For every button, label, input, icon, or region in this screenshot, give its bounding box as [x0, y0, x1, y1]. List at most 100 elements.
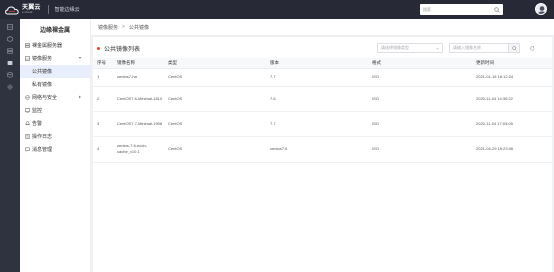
divider	[47, 5, 49, 14]
cell-format: ISO	[368, 111, 472, 137]
user-avatar[interactable]	[535, 3, 547, 15]
table-header-row: 序号 镜像名称 类型 版本 格式 更新时间	[93, 58, 552, 69]
table-row[interactable]: 2 CentOS7.6-Minimal-1810 CentOS 7.6 ISO …	[93, 86, 552, 112]
column-header-name: 镜像名称	[113, 58, 164, 69]
table-row[interactable]: 4 centos-7.6-ecdn-cache_v10.1 CentOS cen…	[93, 136, 552, 163]
cell-type: CentOS	[164, 86, 266, 112]
layers-icon	[7, 24, 13, 30]
breadcrumb-current: 公共镜像	[128, 24, 149, 31]
refresh-icon	[529, 45, 534, 50]
cell-index: 1	[93, 68, 113, 87]
sidebar-item-message-management[interactable]: 消息管理	[20, 143, 90, 156]
card-header: 公共镜像列表 请选择镜像类型 请输入镜像名称	[93, 37, 552, 57]
sidebar-item-bare-metal-servers[interactable]: 裸金属服务器	[20, 39, 90, 52]
global-search-input[interactable]: 搜索	[420, 4, 503, 15]
column-header-format: 格式	[368, 58, 472, 69]
icon-rail	[0, 19, 20, 272]
sidebar-item-label: 网络与安全	[32, 95, 58, 101]
gear-icon	[7, 84, 13, 90]
table-row[interactable]: 1 centos7-ha CentOS 7.7 ISO 2021-01-15 1…	[93, 68, 552, 87]
chevron-down-icon[interactable]	[78, 56, 82, 60]
sidebar-item-monitor[interactable]: 监控	[20, 104, 90, 117]
breadcrumb: 镜像服务 > 公共镜像	[91, 19, 554, 36]
cell-index: 3	[93, 111, 113, 137]
sidebar-item-label: 监控	[32, 108, 43, 114]
cell-version: 7.7	[266, 111, 368, 137]
storage-icon	[7, 61, 13, 65]
cell-index: 2	[93, 86, 113, 112]
column-header-type: 类型	[164, 58, 266, 69]
sidebar-item-label: 告警	[32, 121, 43, 127]
cell-format: ISO	[368, 68, 472, 87]
monitor-icon	[25, 108, 30, 113]
server-icon	[25, 43, 30, 48]
sidebar-subitem-public-images[interactable]: 公共镜像	[20, 65, 90, 78]
column-header-version: 版本	[266, 58, 368, 69]
table-row[interactable]: 3 CentOS7.7-Minimal-1908 CentOS 7.7 ISO …	[93, 111, 552, 137]
cell-format: ISO	[368, 86, 472, 112]
bell-icon	[25, 121, 30, 126]
cell-type: CentOS	[164, 136, 266, 163]
column-header-index: 序号	[93, 58, 113, 69]
sidebar-item-image-service[interactable]: 镜像服务	[20, 52, 90, 65]
breadcrumb-separator: >	[122, 24, 125, 30]
search-icon[interactable]	[494, 6, 500, 13]
cell-updated: 2021-01-15 18:12:24	[472, 68, 552, 87]
sidebar-title: 边缘裸金属	[39, 27, 70, 34]
card-title-text: 公共镜像列表	[104, 47, 141, 53]
search-placeholder: 搜索	[423, 6, 431, 12]
network-icon	[25, 95, 30, 100]
cell-type: CentOS	[164, 111, 266, 137]
column-header-updated: 更新时间	[472, 58, 552, 69]
sidebar-item-network-security[interactable]: 网络与安全	[20, 91, 90, 104]
rail-cube-item[interactable]	[0, 33, 20, 45]
brand-name-en: e Cloud	[22, 10, 33, 15]
cell-type: CentOS	[164, 68, 266, 87]
cell-updated: 2021-04-29 15:23:06	[472, 136, 552, 163]
cell-name: CentOS7.7-Minimal-1908	[113, 111, 164, 137]
product-name[interactable]: 智能边缘云	[55, 6, 80, 13]
cell-index: 4	[93, 136, 113, 163]
cell-format: ISO	[368, 136, 472, 163]
search-icon	[511, 45, 517, 51]
sidebar-item-operation-log[interactable]: 操作日志	[20, 130, 90, 143]
image-table: 序号 镜像名称 类型 版本 格式 更新时间 1 centos7-ha CentO…	[93, 58, 552, 163]
chevron-down-icon	[436, 47, 439, 50]
rail-database-item[interactable]	[0, 69, 20, 81]
cloud-logo-icon	[5, 5, 19, 14]
cell-updated: 2020-11-04 14:30:22	[472, 86, 552, 112]
breadcrumb-parent[interactable]: 镜像服务	[98, 24, 118, 31]
cell-name: CentOS7.6-Minimal-1810	[113, 86, 164, 112]
cell-version: 7.6	[266, 86, 368, 112]
cube-icon	[7, 36, 13, 42]
rail-storage-item[interactable]	[0, 57, 20, 69]
cell-updated: 2020-11-04 17:03:05	[472, 111, 552, 137]
sidebar-item-label: 镜像服务	[32, 56, 53, 62]
cell-name: centos7-ha	[113, 68, 164, 87]
sidebar-subitem-private-images[interactable]: 私有镜像	[20, 78, 90, 91]
server-icon	[7, 48, 13, 54]
database-icon	[7, 72, 13, 78]
cell-name: centos-7.6-ecdn-cache_v10.1	[113, 136, 164, 163]
image-type-placeholder: 请选择镜像类型	[381, 45, 409, 50]
image-name-placeholder: 请输入镜像名称	[453, 45, 481, 50]
rail-settings-item[interactable]	[0, 81, 20, 93]
rail-server-item[interactable]	[0, 45, 20, 57]
title-marker-dot	[97, 47, 100, 50]
brand-logo[interactable]: 天翼云 e Cloud	[5, 5, 41, 15]
sidebar-item-label: 消息管理	[32, 147, 53, 153]
sidebar: 边缘裸金属 裸金属服务器 镜像服务 公共镜像 私有镜像 网络与安全 监控 告警 …	[20, 19, 91, 272]
cell-version: 7.7	[266, 68, 368, 87]
refresh-button[interactable]	[526, 43, 538, 53]
message-icon	[25, 147, 30, 152]
search-button[interactable]	[508, 43, 520, 53]
image-type-select[interactable]: 请选择镜像类型	[377, 43, 443, 53]
sidebar-item-label: 裸金属服务器	[32, 43, 63, 49]
rail-layers-item[interactable]	[0, 21, 20, 33]
chevron-right-icon[interactable]	[78, 95, 82, 99]
image-icon	[25, 56, 30, 61]
sidebar-item-alarm[interactable]: 告警	[20, 117, 90, 130]
top-bar: 天翼云 e Cloud 智能边缘云 搜索	[0, 0, 554, 19]
image-name-search-input[interactable]: 请输入镜像名称	[449, 43, 509, 53]
sidebar-item-label: 操作日志	[32, 134, 53, 140]
